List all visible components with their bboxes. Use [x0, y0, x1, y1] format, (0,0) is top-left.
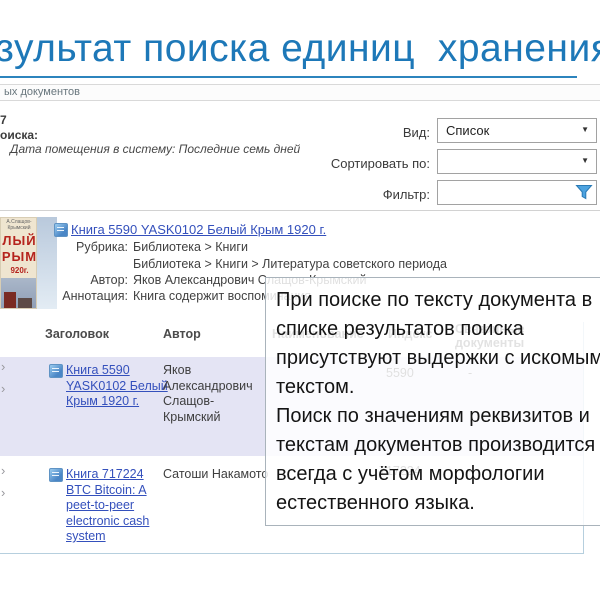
- cover-byline: А.Слащов-Крымский: [2, 219, 36, 231]
- book-icon: [49, 468, 63, 482]
- row-author: Сатоши Накамото: [163, 467, 273, 483]
- annotation-callout: При поиске по тексту документа в списке …: [265, 277, 600, 526]
- result-title-link[interactable]: Книга 5590 YASK0102 Белый Крым 1920 г.: [71, 222, 326, 237]
- filter-input[interactable]: [438, 181, 580, 202]
- callout-line: Поиск по значениям реквизитов и: [276, 402, 600, 431]
- sort-label: Сортировать по:: [300, 156, 430, 171]
- page: зультат поиска единиц хранения ых докуме…: [0, 0, 600, 600]
- panel-header-label: ых документов: [4, 86, 80, 98]
- sort-select[interactable]: ▼: [437, 149, 597, 174]
- column-header-title[interactable]: Заголовок: [45, 327, 109, 341]
- row-author: Яков Александрович Слащов-Крымский: [163, 363, 269, 425]
- row-title-link[interactable]: Книга 717224 BTC Bitcoin: A peet-to-peer…: [66, 467, 170, 545]
- callout-line: всегда с учётом морфологии: [276, 460, 600, 489]
- book-icon: [49, 364, 63, 378]
- callout-line: При поиске по тексту документа в: [276, 286, 600, 315]
- callout-line: текстом.: [276, 373, 600, 402]
- section-divider: [0, 210, 600, 211]
- chevron-right-icon: ›: [1, 466, 5, 476]
- view-select-value: Список: [446, 119, 489, 142]
- chevron-right-icon: ›: [1, 488, 5, 498]
- rubric-label: Рубрика:: [0, 240, 128, 254]
- book-icon: [54, 223, 68, 237]
- annotation-label: Аннотация:: [0, 289, 128, 303]
- chevron-right-icon: ›: [1, 384, 5, 394]
- search-params-label: оиска:: [0, 128, 38, 142]
- row-title-link[interactable]: Книга 5590 YASK0102 Белый Крым 1920 г.: [66, 363, 170, 410]
- funnel-icon[interactable]: [575, 184, 593, 208]
- title-underline: [0, 76, 577, 78]
- chevron-down-icon: ▼: [581, 157, 589, 165]
- callout-line: текстам документов производится: [276, 431, 600, 460]
- callout-line: списке результатов поиска: [276, 315, 600, 344]
- chevron-right-icon: ›: [1, 362, 5, 372]
- page-title: зультат поиска единиц хранения: [0, 27, 600, 71]
- filter-box: [437, 180, 597, 205]
- chevron-down-icon: ▼: [581, 126, 589, 134]
- column-header-author[interactable]: Автор: [163, 327, 201, 341]
- rubric-value-2: Библиотека > Книги > Литература советско…: [133, 257, 447, 271]
- view-select[interactable]: Список ▼: [437, 118, 597, 143]
- callout-line: естественного языка.: [276, 489, 600, 518]
- table-bottom-border: [0, 553, 584, 554]
- search-params-value: Дата помещения в систему: Последние семь…: [10, 142, 300, 156]
- filter-label: Фильтр:: [300, 187, 430, 202]
- author-label: Автор:: [0, 273, 128, 287]
- results-count: 7: [0, 113, 7, 127]
- view-label: Вид:: [300, 125, 430, 140]
- panel-header-bar: ых документов: [0, 84, 600, 101]
- rubric-value: Библиотека > Книги: [133, 240, 248, 254]
- callout-line: присутствуют выдержки с искомым: [276, 344, 600, 373]
